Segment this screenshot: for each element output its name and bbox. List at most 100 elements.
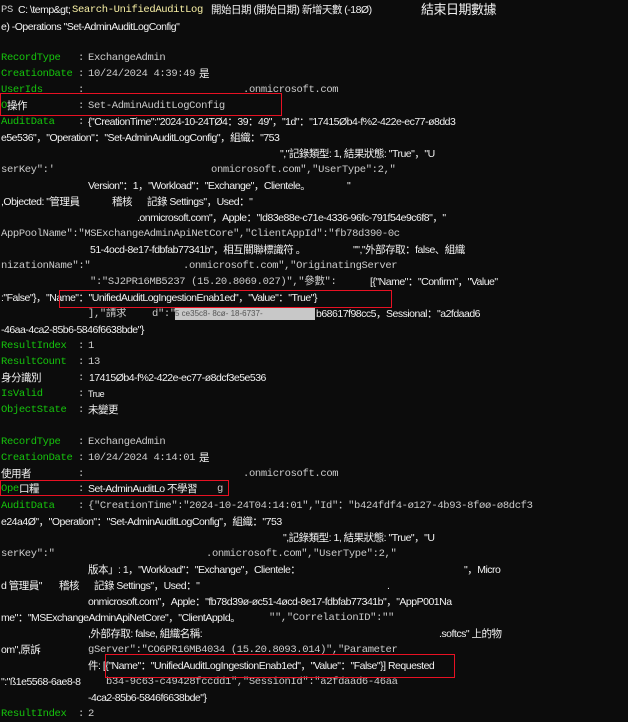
audit-line: d 管理員" 稽核 記錄 Settings"，Used：". (0, 578, 628, 594)
audit-line: 件: [{"Name"："UnifiedAuditLogIngestionEna… (0, 658, 628, 674)
audit-line: 版本」: 1，"Workload"："Exchange"，Clientele： "… (0, 562, 628, 578)
field-row: AuditData: {"CreationTime":"2024-10-24TØ4… (0, 114, 628, 130)
command-name: Search-UnifiedAuditLog (72, 4, 203, 16)
audit-line: :"False"}，"Name"："UnifiedAuditLogIngesti… (0, 290, 628, 306)
field-value: g (217, 483, 223, 495)
audit-text: ","記錄類型: 1, 結果狀態: "True"，"U (280, 148, 435, 160)
audit-line: ,Objected: "管理員 稽核 記錄 Settings"，Used：" (0, 194, 628, 210)
audit-line: Version"：1，"Workload"："Exchange"，Cliente… (0, 178, 628, 194)
separator: : (78, 388, 84, 400)
field-label: CreationDate (1, 452, 73, 464)
field-value: 是 (199, 68, 210, 80)
field-row: O 操作: Set-AdminAuditLogConfig (0, 98, 628, 114)
audit-text: 稽核 (112, 196, 133, 208)
field-row: Ope 口糧: Set-AdminAuditLo 不學習 g (0, 481, 628, 497)
audit-text: ,Objected: "管理員 (1, 196, 80, 208)
audit-line: serKey":' onmicrosoft.com","UserType":2," (0, 162, 628, 178)
audit-text: om",原訴 (1, 644, 41, 656)
command-text: e) -Operations "Set-AdminAuditLogConfig" (1, 21, 180, 33)
audit-text: [{"Name"："Confirm"，"Value" (370, 276, 498, 288)
separator: : (78, 116, 84, 128)
audit-line: .onmicrosoft.com"，Apple："Id83e88e-c71e-4… (0, 210, 628, 226)
audit-text: e24a4Ø"，"Operation"："Set-AdminAuditLogCo… (1, 516, 282, 528)
audit-text: ],"請求 (88, 308, 127, 320)
audit-line: -4ca2-85b6-5846f6638bde"} (0, 690, 628, 706)
audit-text: onmicrosoft.com","UserType":2," (211, 164, 396, 176)
command-line-cont: e) -Operations "Set-AdminAuditLogConfig" (0, 19, 628, 35)
field-value: ExchangeAdmin (88, 52, 166, 64)
separator: : (78, 436, 84, 448)
field-value: True (88, 389, 105, 399)
audit-line: nizationName":" .onmicrosoft.com","Origin… (0, 258, 628, 274)
field-row: .onmicrosoft.com (0, 82, 628, 98)
audit-line: ],"請求 d":" 5 ce35c8- 8cø- 18-6737- b68617f9… (0, 306, 628, 322)
field-value: 13 (88, 356, 100, 368)
audit-line: -46aa-4ca2-85b6-5846f6638bde"} (0, 322, 628, 338)
audit-text: 版本」: 1，"Workload"："Exchange"，Clientele： (88, 564, 301, 576)
audit-text: ":"SJ2PR16MB5237 (15.20.8069.027)","參數": (90, 276, 337, 288)
audit-text: .onmicrosoft.com"，Apple："Id83e88e-c71e-4… (137, 212, 446, 224)
separator: : (78, 500, 84, 512)
field-label: AuditData (1, 500, 55, 512)
prompt-path: C: \temp&gt; (18, 4, 71, 16)
field-row: AuditData: {"CreationTime":"2024-10-24T04… (0, 498, 628, 514)
audit-text: . (387, 580, 390, 592)
audit-text: me"："MSExchangeAdminApiNetCore"，"ClientA… (1, 612, 241, 624)
audit-text: d 管理員" (1, 580, 42, 592)
field-value: ExchangeAdmin (88, 436, 166, 448)
field-value: {"CreationTime":"2024-10-24T04:14:01","I… (88, 500, 533, 512)
field-row: IsValid: True (0, 386, 628, 402)
audit-text: onmicrosoft.com"，Apple："fb78d39ø-øc51-4ø… (88, 596, 452, 608)
field-value: 未變更 (88, 404, 119, 416)
audit-text: "，Micro (464, 564, 501, 576)
field-value: 1 (88, 340, 94, 352)
field-label: ResultCount (1, 356, 67, 368)
audit-text: "","外部存取：false、組織 (353, 244, 465, 256)
audit-text: b68617f98cc5，Sessional："a2fdaad6 (316, 308, 481, 320)
field-label: CreationDate (1, 68, 73, 80)
audit-text: 件: [{"Name"："UnifiedAuditLogIngestionEna… (88, 660, 435, 672)
field-value: 10/24/2024 4:39:49 (88, 68, 196, 80)
audit-line: ":"ß1e5568-6ae8-8 b34-9c63-c49428fccdd1",… (0, 674, 628, 690)
audit-text: 51-4ocd-8e17-fdbfab77341b"，相互關聯標識符 。 (90, 244, 306, 256)
field-value: Set-AdminAuditLo 不學習 (88, 483, 198, 495)
command-arg: 開始日期 (開始日期) 新增天數 (-18Ø) (211, 4, 372, 16)
audit-line: ":"SJ2PR16MB5237 (15.20.8069.027)","參數":… (0, 274, 628, 290)
audit-text: 記錄 Settings"，Used：" (94, 580, 200, 592)
field-value: 是 (199, 452, 210, 464)
separator: : (78, 404, 84, 416)
audit-text: :"False"}，"Name"："UnifiedAuditLogIngesti… (1, 292, 317, 304)
field-label: ResultIndex (1, 340, 67, 352)
field-row: CreationDate:10/24/2024 4:14:01 是 (0, 450, 628, 466)
audit-text: -46aa-4ca2-85b6-5846f6638bde"} (1, 324, 144, 336)
field-row: RecordType: ExchangeAdmin (0, 50, 628, 66)
audit-text: "","CorrelationID":"" (269, 612, 394, 624)
audit-line: me"："MSExchangeAdminApiNetCore"，"ClientA… (0, 610, 628, 626)
separator: : (78, 52, 84, 64)
audit-text: gServer":"CO6PR16MB4034 (15.20.8093.014)… (88, 644, 398, 656)
field-label: IsValid (1, 388, 43, 400)
audit-line: e5e536"，"Operation"："Set-AdminAuditLogCo… (0, 130, 628, 146)
audit-text: e5e536"，"Operation"："Set-AdminAuditLogCo… (1, 132, 280, 144)
separator: : (78, 372, 84, 384)
audit-text: ",記錄類型: 1, 結果狀態: "True"，"U (283, 532, 435, 544)
audit-line: serKey":" .onmicrosoft.com","UserType":2,… (0, 546, 628, 562)
audit-text: serKey":" (1, 548, 55, 560)
field-value: 10/24/2024 4:14:01 (88, 452, 196, 464)
audit-text: .onmicrosoft.com","UserType":2," (206, 548, 397, 560)
audit-text: ,外部存取: false, 組織名稱: (88, 628, 203, 640)
audit-line: 51-4ocd-8e17-fdbfab77341b"，相互關聯標識符 。 "","… (0, 242, 628, 258)
field-label: RecordType (1, 52, 61, 64)
field-row: 使用者: .onmicrosoft.com (0, 466, 628, 482)
field-label: 身分識別 (1, 372, 42, 384)
audit-text: b34-9c63-c49428fccdd1","SessionId":"a2fd… (106, 676, 398, 688)
audit-text: 稽核 (59, 580, 80, 592)
command-arg: 結束日期數據 (421, 2, 497, 17)
audit-line: AppPoolName":"MSExchangeAdminApiNetCore"… (0, 226, 628, 242)
audit-text: AppPoolName":"MSExchangeAdminApiNetCore"… (1, 228, 400, 240)
audit-line: ,外部存取: false, 組織名稱: .softcs" 上的物 (0, 626, 628, 642)
field-label: RecordType (1, 436, 61, 448)
field-label: AuditData (1, 116, 55, 128)
audit-line: ","記錄類型: 1, 結果狀態: "True"，"U (0, 146, 628, 162)
audit-text: nizationName":" (1, 260, 91, 272)
